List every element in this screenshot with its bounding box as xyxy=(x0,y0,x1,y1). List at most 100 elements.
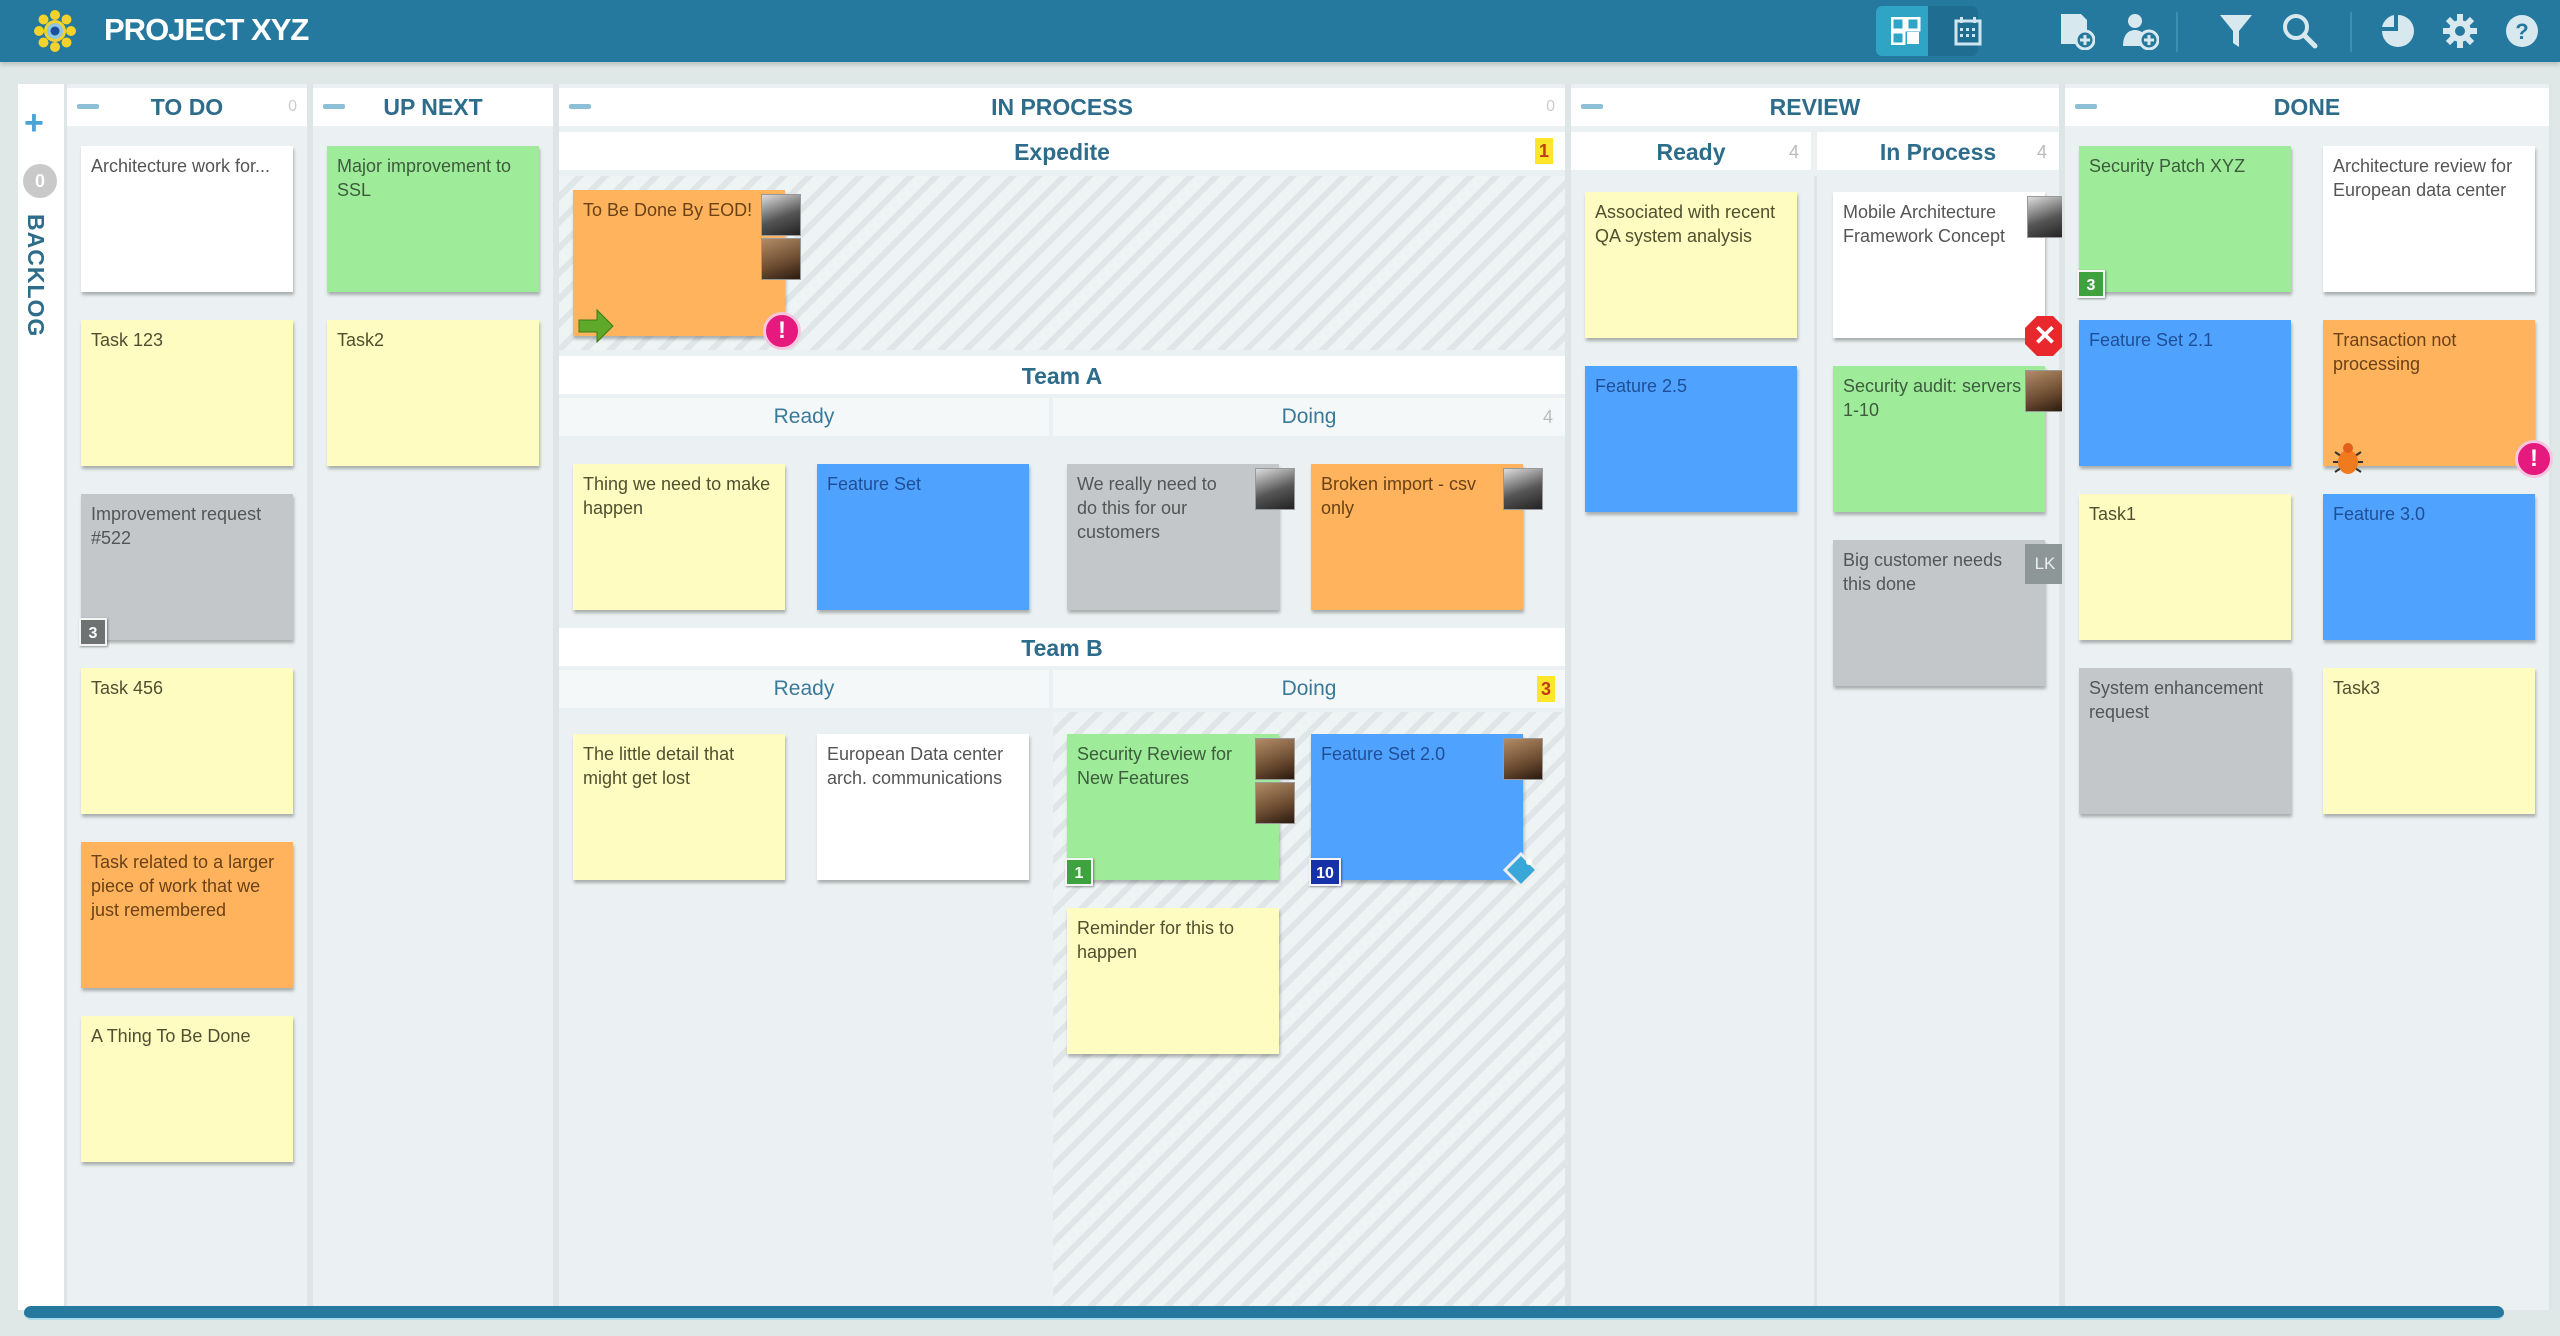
assignee-avatar[interactable] xyxy=(2027,196,2067,238)
card-title: System enhancement request xyxy=(2089,678,2264,722)
card[interactable]: Feature Set 2.1 xyxy=(2079,320,2291,466)
assignee-avatar[interactable] xyxy=(761,238,801,280)
card[interactable]: Security Review for New Features 1 xyxy=(1065,734,1295,886)
card-title: Security audit: servers 1-10 xyxy=(1843,376,2022,420)
filter-icon[interactable] xyxy=(2216,11,2256,51)
card[interactable]: Task related to a larger piece of work t… xyxy=(81,842,293,988)
column-header-upnext: UP NEXT xyxy=(313,88,553,126)
collapse-icon[interactable] xyxy=(2075,104,2097,109)
card[interactable]: Feature Set 2.0 10 xyxy=(1309,734,1543,888)
card[interactable]: European Data center arch. communication… xyxy=(817,734,1029,880)
card[interactable]: We really need to do this for our custom… xyxy=(1067,464,1295,610)
help-icon[interactable]: ? xyxy=(2502,11,2542,51)
assignee-avatar[interactable] xyxy=(2025,370,2065,412)
backlog-count: 0 xyxy=(23,164,57,198)
card[interactable]: Major improvement to SSL xyxy=(327,146,539,292)
backlog-label[interactable]: BACKLOG xyxy=(22,214,49,337)
collapse-icon[interactable] xyxy=(323,104,345,109)
horizontal-scrollbar[interactable] xyxy=(24,1306,2504,1320)
reports-icon[interactable] xyxy=(2378,11,2418,51)
lane-title: Team B xyxy=(1021,635,1103,661)
card-title: A Thing To Be Done xyxy=(91,1026,251,1046)
kanban-board: + 0 BACKLOG TO DO 0 Architecture work fo… xyxy=(18,84,2553,1310)
wip-limit: 0 xyxy=(1546,98,1555,115)
lane-title: Team A xyxy=(1021,363,1103,389)
card-title: Task 123 xyxy=(91,330,164,350)
card-title: Task3 xyxy=(2333,678,2381,698)
assignee-initials[interactable]: LK xyxy=(2025,544,2065,584)
card[interactable]: Feature Set xyxy=(817,464,1029,610)
assignee-avatar[interactable] xyxy=(1255,468,1295,510)
card-title: Thing we need to make happen xyxy=(583,474,771,518)
backlog-rail[interactable]: + 0 BACKLOG xyxy=(18,84,64,1310)
card[interactable]: Associated with recent QA system analysi… xyxy=(1585,192,1797,338)
task-count-badge[interactable]: 1 xyxy=(1065,858,1093,886)
wip-limit: 4 xyxy=(1542,407,1553,427)
card[interactable]: Architecture work for... xyxy=(81,146,293,292)
card[interactable]: Big customer needs this done LK xyxy=(1833,540,2065,686)
assignee-avatar[interactable] xyxy=(1255,782,1295,824)
assignee-avatar[interactable] xyxy=(761,194,801,236)
collapse-icon[interactable] xyxy=(77,104,99,109)
lane-title: Doing xyxy=(1281,677,1337,700)
search-icon[interactable] xyxy=(2280,11,2320,51)
card-title: Feature 2.5 xyxy=(1595,376,1688,396)
blocked-icon[interactable]: ✕ xyxy=(2025,316,2065,356)
collapse-icon[interactable] xyxy=(1581,104,1603,109)
card[interactable]: Security Patch XYZ 3 xyxy=(2077,146,2291,298)
card[interactable]: Task2 xyxy=(327,320,539,466)
calendar-view-icon[interactable] xyxy=(1948,11,1988,51)
card[interactable]: Task1 xyxy=(2079,494,2291,640)
column-header-review: REVIEW xyxy=(1571,88,2059,126)
card-title: Transaction not processing xyxy=(2333,330,2457,374)
card[interactable]: Feature 2.5 xyxy=(1585,366,1797,512)
card[interactable]: Architecture review for European data ce… xyxy=(2323,146,2535,292)
card[interactable]: Transaction not processing ! xyxy=(2323,320,2553,478)
card-title: Feature 3.0 xyxy=(2333,504,2426,524)
wip-limit: 0 xyxy=(288,98,297,115)
board-view-icon[interactable] xyxy=(1886,11,1926,51)
assignee-avatar[interactable] xyxy=(1255,738,1295,780)
column-title: UP NEXT xyxy=(383,94,483,120)
card[interactable]: Feature 3.0 xyxy=(2323,494,2535,640)
wip-exceeded-badge: 1 xyxy=(1534,138,1553,164)
card[interactable]: The little detail that might get lost xyxy=(573,734,785,880)
column-header-todo: TO DO 0 xyxy=(67,88,307,126)
wip-exceeded-badge: 3 xyxy=(1536,676,1555,702)
add-user-icon[interactable] xyxy=(2120,11,2160,51)
toolbar-separator xyxy=(2350,12,2352,52)
card[interactable]: Thing we need to make happen xyxy=(573,464,785,610)
task-count-badge[interactable]: 3 xyxy=(2077,270,2105,298)
card[interactable]: Mobile Architecture Framework Concept ✕ xyxy=(1833,192,2067,356)
column-title: DONE xyxy=(2273,94,2341,120)
card-title: Improvement request #522 xyxy=(91,504,262,548)
card[interactable]: Task 456 xyxy=(81,668,293,814)
card[interactable]: Reminder for this to happen xyxy=(1067,908,1279,1054)
card[interactable]: Improvement request #522 3 xyxy=(79,494,293,646)
add-card-icon[interactable] xyxy=(2056,11,2096,51)
collapse-icon[interactable] xyxy=(569,104,591,109)
card[interactable]: A Thing To Be Done xyxy=(81,1016,293,1162)
card[interactable]: To Be Done By EOD! ! xyxy=(573,190,801,350)
task-count-badge[interactable]: 10 xyxy=(1309,858,1341,886)
move-arrow-icon xyxy=(578,308,614,344)
card-title: Task related to a larger piece of work t… xyxy=(91,852,275,920)
card-title: Mobile Architecture Framework Concept xyxy=(1843,202,2006,246)
column-header-inprocess: IN PROCESS 0 xyxy=(559,88,1565,126)
lane-divider xyxy=(1814,176,1817,1310)
tag-icon[interactable] xyxy=(1503,852,1539,888)
assignee-avatar[interactable] xyxy=(1503,738,1543,780)
add-backlog-icon[interactable]: + xyxy=(24,106,44,140)
card[interactable]: Task3 xyxy=(2323,668,2535,814)
card[interactable]: System enhancement request xyxy=(2079,668,2291,814)
assignee-avatar[interactable] xyxy=(1503,468,1543,510)
priority-alert-icon[interactable]: ! xyxy=(2515,440,2553,478)
settings-icon[interactable] xyxy=(2440,11,2480,51)
lane-header-team-a-doing: Doing 4 xyxy=(1053,398,1565,436)
card[interactable]: Broken import - csv only xyxy=(1311,464,1543,610)
card[interactable]: Security audit: servers 1-10 xyxy=(1833,366,2065,512)
lane-title: Doing xyxy=(1281,405,1337,428)
card[interactable]: Task 123 xyxy=(81,320,293,466)
task-count-badge[interactable]: 3 xyxy=(79,618,107,646)
priority-alert-icon[interactable]: ! xyxy=(763,312,801,350)
